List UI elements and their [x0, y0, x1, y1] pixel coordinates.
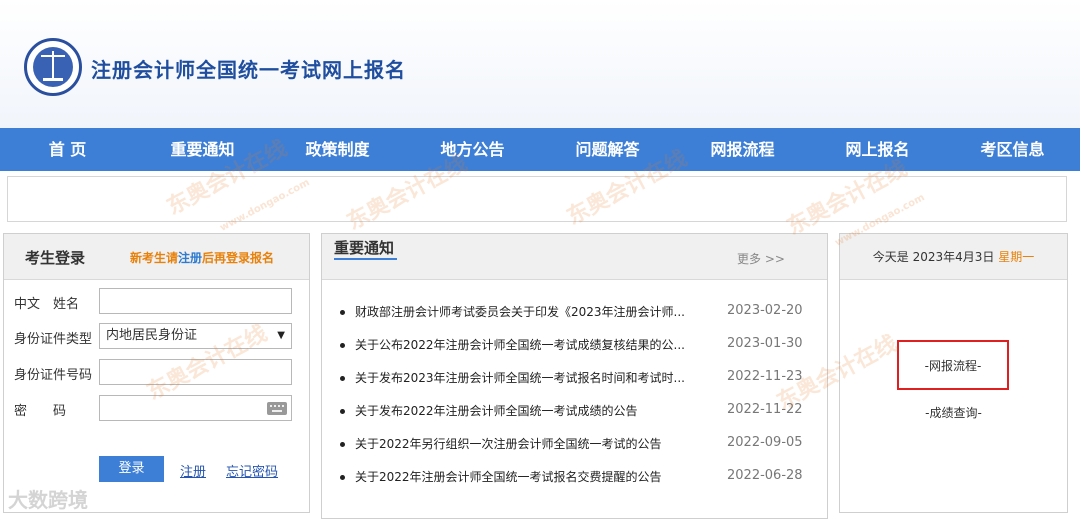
notice-title[interactable]: 关于发布2022年注册会计师全国统一考试成绩的公告	[355, 402, 705, 419]
nav-local-announcements[interactable]: 地方公告	[405, 128, 540, 171]
password-row: 密 码	[4, 395, 309, 421]
bullet-icon	[340, 310, 345, 315]
bullet-icon	[340, 343, 345, 348]
corner-watermark: 大数跨境	[8, 488, 88, 512]
notice-title[interactable]: 关于公布2022年注册会计师全国统一考试成绩复核结果的公...	[355, 336, 705, 353]
bullet-icon	[340, 475, 345, 480]
score-query-link[interactable]: -成绩查询-	[840, 404, 1067, 421]
tab-important-notices[interactable]: 重要通知	[334, 239, 397, 260]
notice-date: 2023-01-30	[727, 336, 803, 351]
notice-list: 财政部注册会计师考试委员会关于印发《2023年注册会计师... 2023-02-…	[340, 302, 810, 500]
nav-registration-flow[interactable]: 网报流程	[675, 128, 810, 171]
login-button[interactable]: 登录	[99, 456, 164, 482]
notice-title[interactable]: 关于2022年注册会计师全国统一考试报名交费提醒的公告	[355, 468, 705, 485]
highlight-box: -网报流程-	[897, 340, 1009, 390]
nav-exam-area-info[interactable]: 考区信息	[945, 128, 1080, 171]
register-link[interactable]: 注册	[180, 461, 206, 480]
notice-title[interactable]: 关于2022年另行组织一次注册会计师全国统一考试的公告	[355, 435, 705, 452]
keyboard-icon[interactable]	[267, 402, 287, 415]
name-row: 中文 姓名	[4, 288, 309, 314]
notice-date: 2022-09-05	[727, 435, 803, 450]
nav-policy[interactable]: 政策制度	[270, 128, 405, 171]
login-hint: 新考生请注册后再登录报名	[130, 251, 275, 265]
bullet-icon	[340, 442, 345, 447]
password-input[interactable]	[99, 395, 292, 421]
list-item[interactable]: 关于公布2022年注册会计师全国统一考试成绩复核结果的公... 2023-01-…	[340, 335, 810, 368]
nav-notices[interactable]: 重要通知	[135, 128, 270, 171]
forgot-password-link[interactable]: 忘记密码	[226, 461, 278, 480]
idno-input[interactable]	[99, 359, 292, 385]
bullet-icon	[340, 376, 345, 381]
idno-row: 身份证件号码	[4, 359, 309, 385]
banner-area	[7, 176, 1067, 222]
notices-panel-header: 重要通知 更多 >>	[322, 234, 827, 280]
registration-flow-link[interactable]: -网报流程-	[899, 357, 1007, 374]
notice-date: 2023-02-20	[727, 303, 803, 318]
list-item[interactable]: 关于2022年另行组织一次注册会计师全国统一考试的公告 2022-09-05	[340, 434, 810, 467]
password-label: 密 码	[14, 404, 67, 419]
side-panel-header: 今天是 2023年4月3日 星期一	[840, 234, 1067, 280]
notice-date: 2022-11-22	[727, 402, 803, 417]
list-item[interactable]: 关于2022年注册会计师全国统一考试报名交费提醒的公告 2022-06-28	[340, 467, 810, 500]
idtype-row: 身份证件类型 内地居民身份证 ▼	[4, 323, 309, 349]
login-title: 考生登录	[25, 249, 86, 267]
notices-panel: 重要通知 更多 >> 财政部注册会计师考试委员会关于印发《2023年注册会计师.…	[321, 233, 828, 519]
hint-register-link[interactable]: 注册	[178, 251, 202, 265]
list-item[interactable]: 关于发布2023年注册会计师全国统一考试报名时间和考试时... 2022-11-…	[340, 368, 810, 401]
cicpa-logo-icon	[24, 38, 82, 96]
idtype-select[interactable]: 内地居民身份证 ▼	[99, 323, 292, 349]
list-item[interactable]: 财政部注册会计师考试委员会关于印发《2023年注册会计师... 2023-02-…	[340, 302, 810, 335]
nav-home[interactable]: 首 页	[0, 128, 135, 171]
login-panel-header: 考生登录 新考生请注册后再登录报名	[4, 234, 309, 280]
nav-online-registration[interactable]: 网上报名	[810, 128, 945, 171]
bullet-icon	[340, 409, 345, 414]
idtype-label: 身份证件类型	[14, 332, 93, 347]
weekday: 星期一	[998, 250, 1035, 264]
today-date: 今天是 2023年4月3日 星期一	[872, 250, 1035, 264]
idno-label: 身份证件号码	[14, 368, 93, 383]
notice-date: 2022-06-28	[727, 468, 803, 483]
notice-title[interactable]: 关于发布2023年注册会计师全国统一考试报名时间和考试时...	[355, 369, 705, 386]
site-header: 注册会计师全国统一考试网上报名	[0, 0, 1080, 128]
side-panel: 今天是 2023年4月3日 星期一 -网报流程- -成绩查询-	[839, 233, 1068, 513]
name-label: 中文 姓名	[14, 297, 80, 312]
more-link[interactable]: 更多 >>	[737, 250, 785, 267]
login-panel: 考生登录 新考生请注册后再登录报名 中文 姓名 身份证件类型 内地居民身份证 ▼…	[3, 233, 310, 513]
dropdown-arrow-icon: ▼	[277, 330, 285, 341]
main-nav: 首 页 重要通知 政策制度 地方公告 问题解答 网报流程 网上报名 考区信息	[0, 128, 1080, 171]
list-item[interactable]: 关于发布2022年注册会计师全国统一考试成绩的公告 2022-11-22	[340, 401, 810, 434]
notice-title[interactable]: 财政部注册会计师考试委员会关于印发《2023年注册会计师...	[355, 303, 705, 320]
notice-date: 2022-11-23	[727, 369, 803, 384]
name-input[interactable]	[99, 288, 292, 314]
nav-faq[interactable]: 问题解答	[540, 128, 675, 171]
site-title: 注册会计师全国统一考试网上报名	[91, 58, 406, 82]
